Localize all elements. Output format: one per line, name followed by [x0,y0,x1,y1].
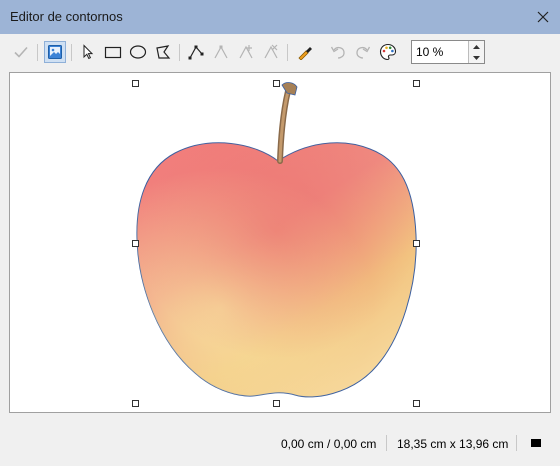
title-bar: Editor de contornos [0,0,560,34]
zoom-decrease-button[interactable] [468,52,484,63]
resize-handle-top[interactable] [273,80,280,87]
select-button[interactable] [77,41,99,63]
workspace-button[interactable] [44,41,66,63]
edit-points-button[interactable] [185,41,207,63]
close-button[interactable] [526,0,560,34]
resize-handle-bottom-right[interactable] [413,400,420,407]
image-icon [48,45,62,59]
insert-points-icon [239,45,253,59]
status-bar: 0,00 cm / 0,00 cm 18,35 cm x 13,96 cm [0,430,560,458]
resize-handle-bottom[interactable] [273,400,280,407]
resize-handle-bottom-left[interactable] [132,400,139,407]
ellipse-button[interactable] [127,41,149,63]
object-size-readout: 18,35 cm x 13,96 cm [397,437,509,451]
redo-button[interactable] [352,41,374,63]
cursor-position-readout: 0,00 cm / 0,00 cm [281,437,377,451]
move-points-button[interactable] [210,41,232,63]
chevron-up-icon [473,44,480,49]
rectangle-icon [104,46,122,59]
resize-handle-top-left[interactable] [132,80,139,87]
insert-points-button[interactable] [235,41,257,63]
pipette-button[interactable] [377,41,399,63]
toolbar-separator [37,44,38,61]
apply-button[interactable] [10,41,32,63]
rectangle-button[interactable] [102,41,124,63]
delete-points-button[interactable] [260,41,282,63]
resize-handle-left[interactable] [132,240,139,247]
chevron-down-icon [473,55,480,60]
ellipse-icon [129,45,147,59]
apple-icon [136,82,417,398]
zoom-input[interactable] [412,41,474,63]
delete-points-icon [264,44,278,59]
check-icon [14,46,28,58]
undo-icon [330,46,345,59]
window-title: Editor de contornos [10,9,123,24]
resize-handle-right[interactable] [413,240,420,247]
status-separator [386,435,387,451]
toolbar-separator [287,44,288,61]
auto-contour-icon [298,47,312,60]
toolbar-separator [179,44,180,61]
polygon-button[interactable] [152,41,174,63]
pointer-icon [83,44,94,60]
toolbar-separator [71,44,72,61]
contour-canvas[interactable] [9,72,551,413]
auto-contour-button[interactable] [294,41,316,63]
color-palette-icon [379,43,397,61]
color-indicator [531,439,541,447]
resize-handle-top-right[interactable] [413,80,420,87]
edit-points-icon [188,45,204,60]
redo-icon [356,46,371,59]
status-separator [516,435,517,451]
move-points-icon [214,45,228,59]
zoom-spinbox [411,40,485,64]
polygon-icon [156,45,171,59]
close-icon [537,11,549,23]
undo-button[interactable] [327,41,349,63]
